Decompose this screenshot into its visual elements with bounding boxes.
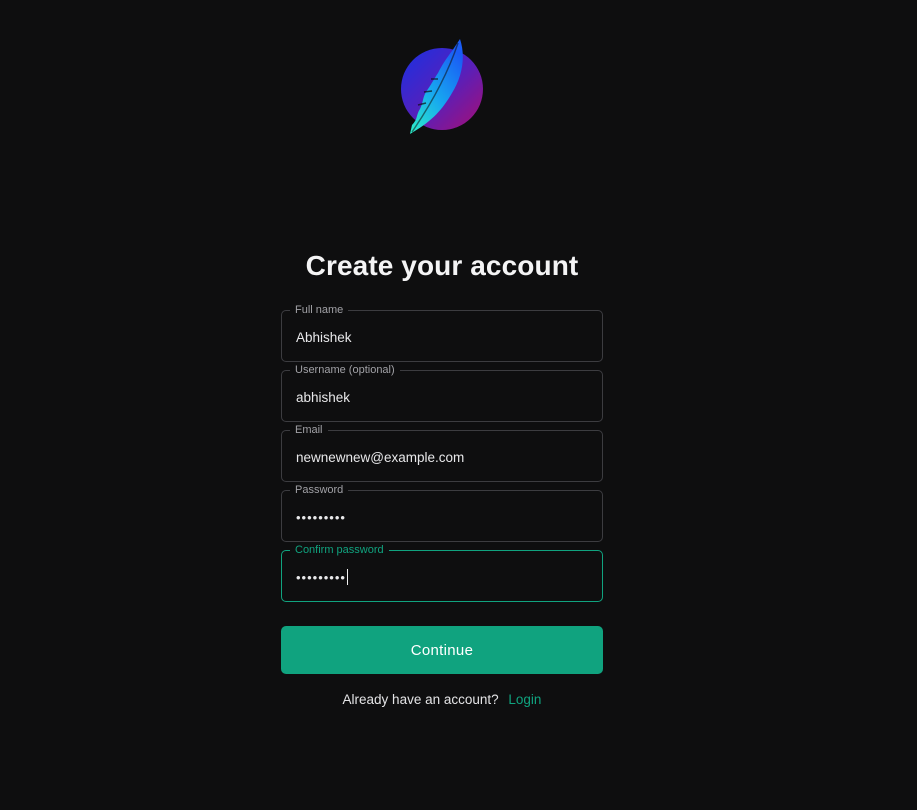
continue-button[interactable]: Continue	[281, 626, 603, 674]
page-title: Create your account	[305, 250, 579, 281]
confirm-password-label: Confirm password	[290, 543, 389, 557]
password-label: Password	[290, 483, 349, 497]
username-label: Username (optional)	[290, 363, 400, 377]
confirm-password-field[interactable]: Confirm password •••••••••	[281, 543, 603, 602]
full-name-field[interactable]: Full name Abhishek	[281, 303, 603, 362]
password-input[interactable]: •••••••••	[296, 509, 346, 527]
login-link[interactable]: Login	[508, 692, 541, 707]
email-field[interactable]: Email newnewnew@example.com	[281, 423, 603, 482]
feather-logo	[401, 39, 483, 134]
username-field[interactable]: Username (optional) abhishek	[281, 363, 603, 422]
confirm-password-input[interactable]: •••••••••	[296, 569, 348, 587]
full-name-input[interactable]: Abhishek	[296, 329, 352, 347]
email-input[interactable]: newnewnew@example.com	[296, 449, 464, 467]
login-prompt-text: Already have an account?	[342, 692, 499, 707]
login-prompt: Already have an account? Login	[0, 692, 884, 707]
username-input[interactable]: abhishek	[296, 389, 350, 407]
confirm-password-value: •••••••••	[296, 570, 346, 585]
signup-page: Create your account Full name Abhishek U…	[0, 0, 917, 810]
full-name-label: Full name	[290, 303, 349, 317]
text-caret	[346, 569, 348, 585]
email-label: Email	[290, 423, 328, 437]
password-field[interactable]: Password •••••••••	[281, 483, 603, 542]
